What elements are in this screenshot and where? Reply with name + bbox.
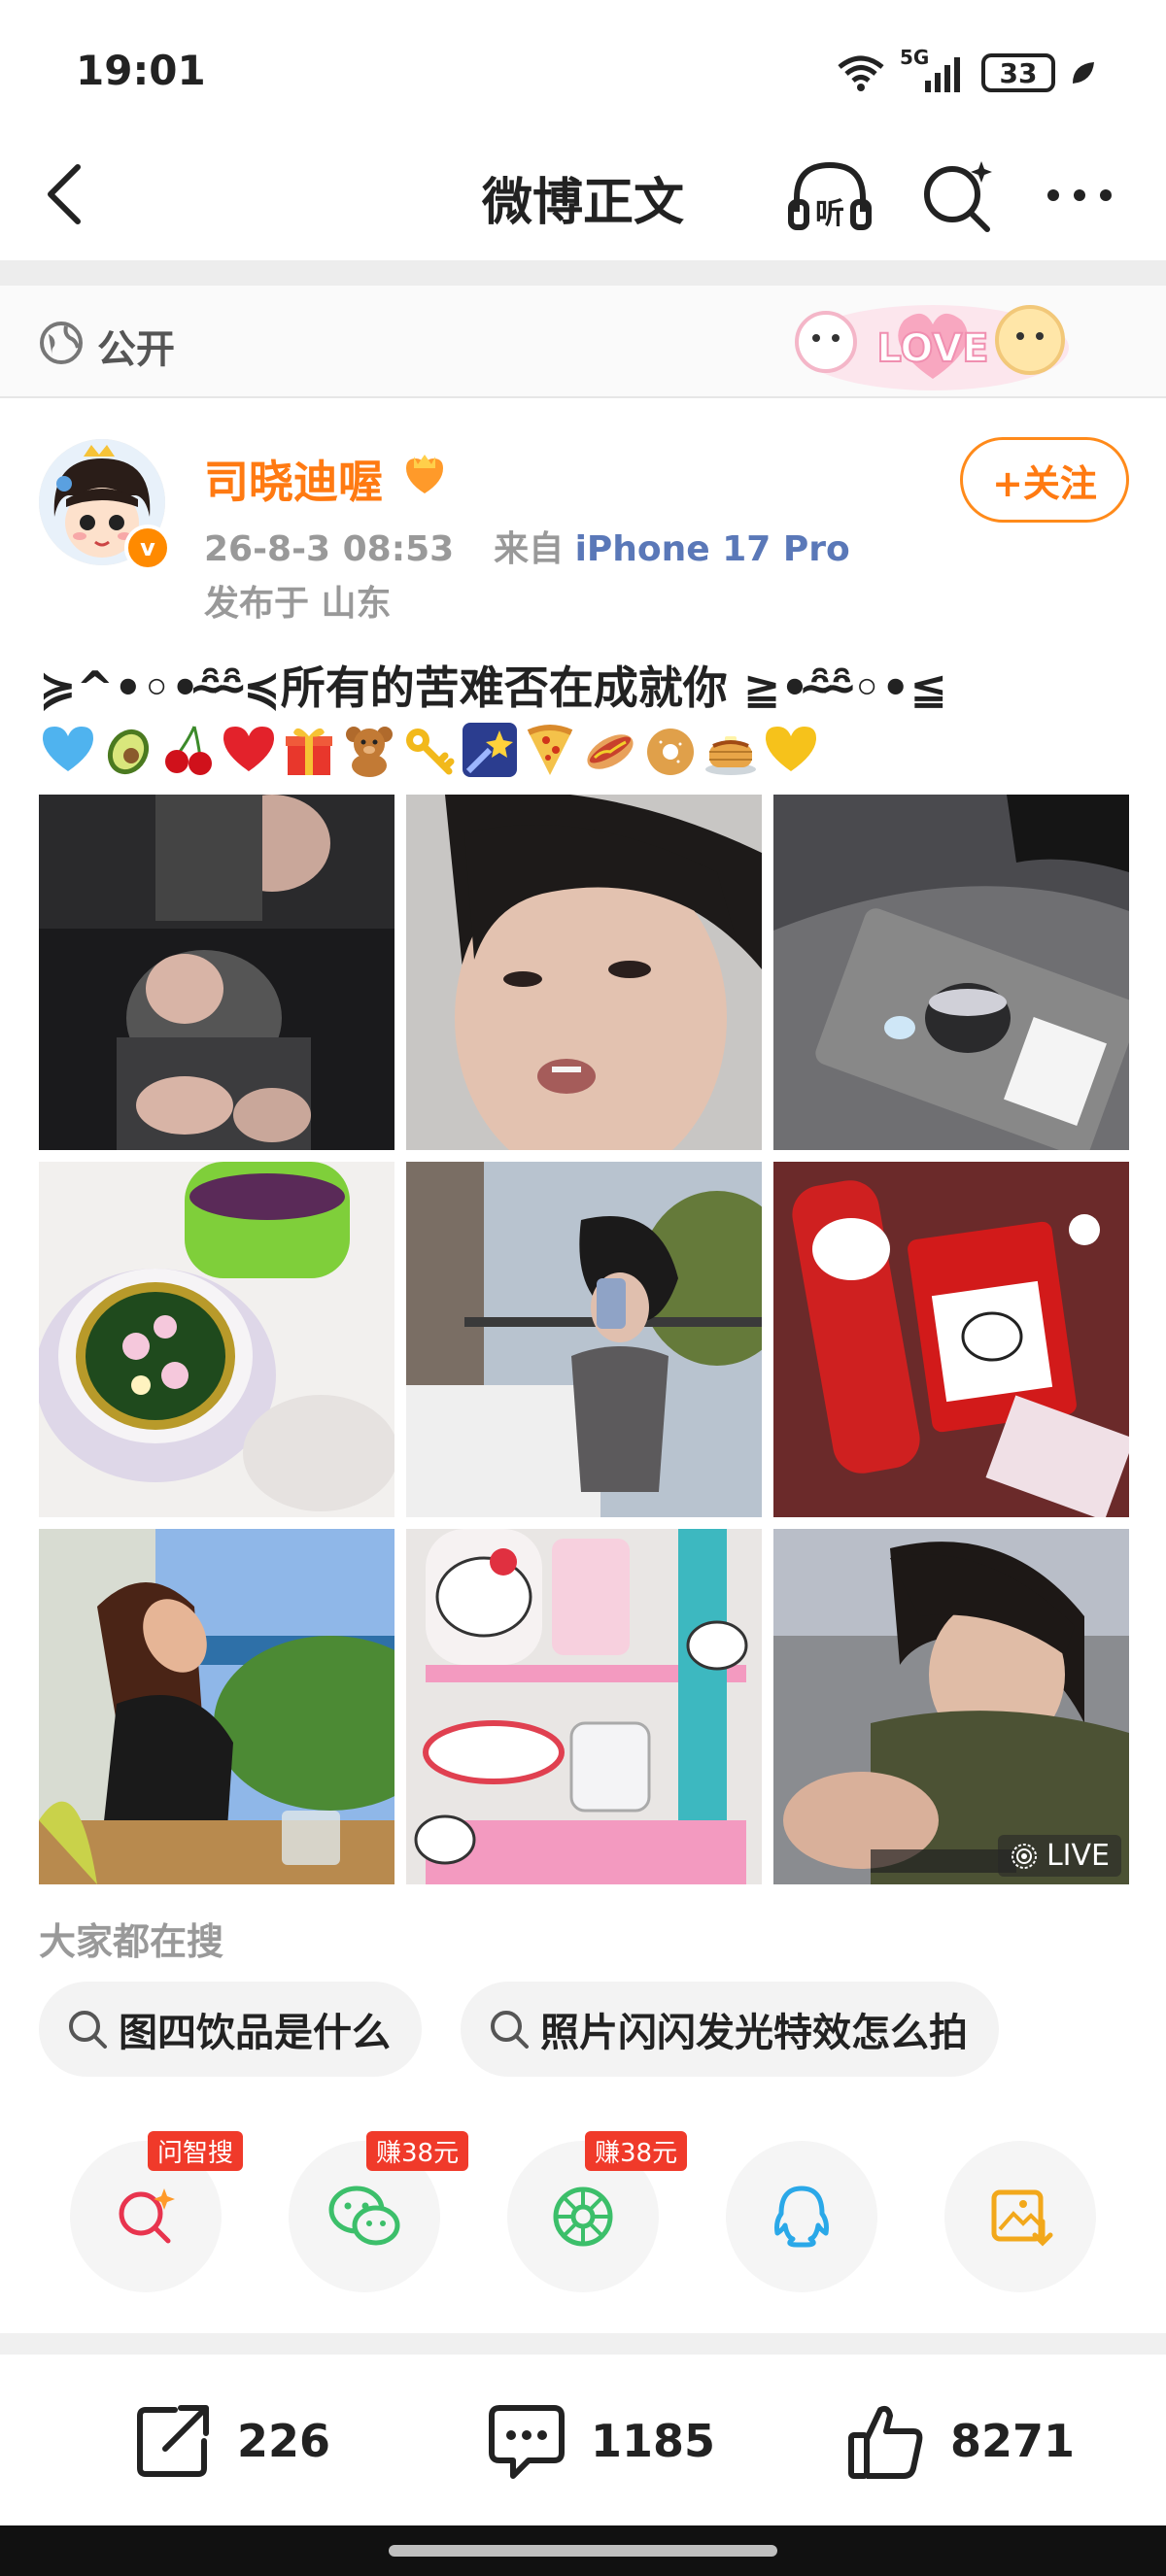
wechat-icon <box>328 2186 400 2246</box>
photo-7[interactable] <box>39 1529 394 1884</box>
yellow-heart-icon <box>766 727 816 771</box>
share-badge: 赚38元 <box>366 2131 469 2171</box>
follow-button[interactable]: +关注 <box>960 437 1129 523</box>
pancakes-icon <box>705 736 756 775</box>
hot-search-title: 大家都在搜 <box>39 1920 224 1963</box>
hot-search-chip-label: 图四饮品是什么 <box>119 2011 391 2055</box>
love-sticker: LOVE <box>795 305 1069 390</box>
ai-search-icon <box>119 2188 175 2244</box>
photo-6[interactable] <box>773 1162 1129 1517</box>
thumbs-up-icon <box>848 2405 923 2479</box>
signal-icon: 5G <box>900 46 968 94</box>
divider <box>0 260 1166 286</box>
photo-1[interactable] <box>39 795 394 1150</box>
post-text: ≽^•◦•ᵔ̴̑ᵔ̴̑≼所有的苦难否在成就你 ≧•ᵔ̴̑ᵔ̴̑◦•≦ <box>39 661 947 714</box>
love-sticker-text: LOVE <box>876 326 988 371</box>
search-icon <box>69 2011 107 2049</box>
live-badge: LIVE <box>997 1835 1121 1877</box>
live-label: LIVE <box>1046 1839 1110 1873</box>
like-button[interactable]: 8271 <box>845 2397 1075 2485</box>
photo-9[interactable]: LIVE <box>773 1529 1129 1884</box>
share-moments-button[interactable]: 赚38元 <box>507 2131 688 2292</box>
share-qq-button[interactable] <box>726 2141 877 2292</box>
verified-badge: v <box>124 525 171 571</box>
divider <box>0 2333 1166 2355</box>
teddy-bear-icon <box>346 727 393 777</box>
photo-3[interactable] <box>773 795 1129 1150</box>
photo-4[interactable] <box>39 1162 394 1517</box>
post-meta: 26-8-3 08:53 来自 iPhone 17 Pro <box>204 521 850 571</box>
comment-count: 1185 <box>591 2415 716 2467</box>
hotdog-icon <box>587 734 634 769</box>
hot-search-chip-label: 照片闪闪发光特效怎么拍 <box>540 2011 968 2055</box>
shooting-star-icon <box>463 723 517 777</box>
emoji-row <box>39 721 820 779</box>
comment-button[interactable]: 1185 <box>486 2397 715 2485</box>
battery-level: 33 <box>999 56 1038 89</box>
live-icon <box>1011 1843 1037 1869</box>
save-image-icon <box>991 2189 1053 2247</box>
wifi-icon <box>838 55 884 91</box>
hot-search-chip[interactable]: 照片闪闪发光特效怎么拍 <box>461 1982 999 2077</box>
author-name[interactable]: 司晓迪喔 <box>204 447 383 511</box>
repost-icon <box>137 2405 209 2477</box>
search-icon[interactable] <box>917 155 999 237</box>
key-icon <box>406 729 455 775</box>
fan-badge-icon <box>406 455 443 493</box>
status-icons: 5G 33 <box>836 46 1098 97</box>
home-indicator[interactable] <box>389 2545 777 2557</box>
blue-heart-icon <box>43 727 93 771</box>
post-location: 发布于 山东 <box>204 584 392 624</box>
source-device[interactable]: iPhone 17 Pro <box>575 529 850 569</box>
svg-text:听: 听 <box>815 197 844 231</box>
moments-icon <box>553 2186 613 2247</box>
post-timestamp: 26-8-3 08:53 <box>204 529 455 569</box>
bagel-icon <box>647 729 694 775</box>
qq-icon <box>774 2186 829 2248</box>
repost-button[interactable]: 226 <box>132 2397 330 2485</box>
gift-icon <box>286 728 332 775</box>
repost-count: 226 <box>237 2415 331 2467</box>
globe-icon <box>40 322 83 364</box>
cherries-icon <box>165 726 212 775</box>
listen-icon[interactable]: 听 <box>785 157 874 235</box>
leaf-icon <box>1073 62 1094 84</box>
battery-indicator: 33 <box>981 53 1055 92</box>
status-time: 19:01 <box>76 47 206 94</box>
red-heart-icon <box>223 727 274 771</box>
share-badge: 赚38元 <box>585 2131 688 2171</box>
photo-5[interactable] <box>406 1162 762 1517</box>
source-prefix: 来自 <box>494 529 565 569</box>
visibility-label: 公开 <box>97 327 175 372</box>
pizza-icon <box>527 725 573 775</box>
photo-8[interactable] <box>406 1529 762 1884</box>
more-icon[interactable] <box>1044 171 1115 220</box>
avocado-icon <box>107 729 150 775</box>
hot-search-chip[interactable]: 图四饮品是什么 <box>39 1982 422 2077</box>
search-icon <box>491 2011 529 2049</box>
like-count: 8271 <box>950 2415 1076 2467</box>
share-wechat-button[interactable]: 赚38元 <box>289 2131 469 2292</box>
photo-2[interactable] <box>406 795 762 1150</box>
share-ai-search-button[interactable]: 问智搜 <box>70 2131 244 2292</box>
share-badge: 问智搜 <box>148 2131 244 2171</box>
share-save-image-button[interactable] <box>944 2141 1096 2292</box>
comment-icon <box>489 2405 565 2479</box>
